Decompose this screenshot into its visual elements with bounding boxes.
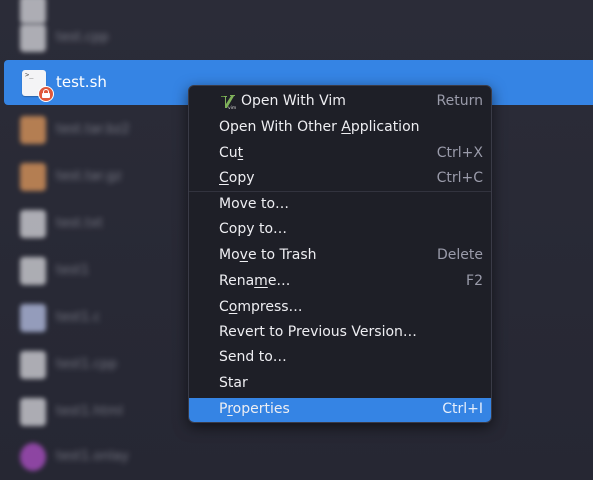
- file-name: test.txt: [56, 216, 103, 231]
- file-row[interactable]: test1.onlay: [0, 435, 593, 479]
- cpp-file-icon: [20, 351, 46, 379]
- menu-item-copy-to[interactable]: Copy to…: [189, 218, 491, 243]
- menu-item-accelerator: Return: [436, 93, 483, 109]
- lock-badge-icon: [38, 86, 54, 102]
- text-file-icon: [20, 210, 46, 238]
- menu-item-open-with-other-application[interactable]: Open With Other Application: [189, 116, 491, 141]
- menu-item-label: Move to Trash: [219, 247, 317, 263]
- svg-text:vim: vim: [228, 105, 236, 110]
- file-icon: [20, 257, 46, 285]
- menu-item-label: Open With Vim: [241, 93, 346, 109]
- file-name: test.cpp: [56, 30, 109, 45]
- archive-icon: [20, 163, 46, 191]
- menu-item-compress[interactable]: Compress…: [189, 296, 491, 321]
- menu-item-properties[interactable]: Properties Ctrl+I: [189, 398, 491, 422]
- file-manager-window: test.cpp >_ test.sh test.tar.bz2 test.ta…: [0, 0, 593, 480]
- menu-item-cut[interactable]: Cut Ctrl+X: [189, 142, 491, 167]
- menu-item-open-with-vim[interactable]: vim Open With Vim Return: [189, 90, 491, 115]
- html-file-icon: [20, 398, 46, 426]
- menu-item-label: Compress…: [219, 299, 303, 315]
- file-name: test1.cpp: [56, 357, 118, 372]
- menu-item-label: Copy to…: [219, 221, 288, 237]
- file-name: test1.html: [56, 404, 123, 419]
- menu-item-label: Send to…: [219, 349, 287, 365]
- text-file-icon: [20, 24, 46, 52]
- file-name: test1.c: [56, 310, 101, 325]
- menu-item-label: Revert to Previous Version…: [219, 324, 417, 340]
- menu-separator: [189, 191, 491, 192]
- menu-item-send-to[interactable]: Send to…: [189, 346, 491, 371]
- file-name: test.sh: [56, 73, 107, 91]
- file-name: test.tar.bz2: [56, 122, 130, 137]
- archive-icon: [20, 116, 46, 144]
- menu-item-rename[interactable]: Rename… F2: [189, 270, 491, 295]
- menu-item-label: Open With Other Application: [219, 119, 420, 135]
- menu-item-accelerator: Ctrl+C: [436, 170, 483, 186]
- menu-item-label: Star: [219, 375, 248, 391]
- file-name: test.tar.gz: [56, 169, 122, 184]
- menu-item-accelerator: Ctrl+I: [442, 401, 483, 417]
- menu-item-label: Copy: [219, 170, 255, 186]
- menu-item-label: Cut: [219, 145, 244, 161]
- menu-item-accelerator: Delete: [437, 247, 483, 263]
- menu-item-move-to[interactable]: Move to…: [189, 193, 491, 218]
- media-file-icon: [20, 443, 46, 471]
- c-file-icon: [20, 304, 46, 332]
- menu-item-star[interactable]: Star: [189, 372, 491, 397]
- terminal-prompt-glyph: >_: [25, 71, 34, 79]
- menu-item-label: Move to…: [219, 196, 290, 212]
- file-name: test1.onlay: [56, 449, 129, 464]
- menu-item-move-to-trash[interactable]: Move to Trash Delete: [189, 244, 491, 269]
- menu-item-accelerator: F2: [466, 273, 483, 289]
- shell-script-icon: >_: [22, 70, 54, 102]
- file-row[interactable]: test.cpp: [0, 16, 593, 60]
- menu-item-copy[interactable]: Copy Ctrl+C: [189, 167, 491, 192]
- menu-item-accelerator: Ctrl+X: [436, 145, 483, 161]
- context-menu: vim Open With Vim Return Open With Other…: [188, 85, 492, 423]
- menu-item-label: Rename…: [219, 273, 291, 289]
- menu-item-label: Properties: [219, 401, 290, 417]
- menu-item-revert-to-previous-version[interactable]: Revert to Previous Version…: [189, 321, 491, 346]
- file-name: test1: [56, 263, 90, 278]
- vim-icon: vim: [221, 95, 236, 110]
